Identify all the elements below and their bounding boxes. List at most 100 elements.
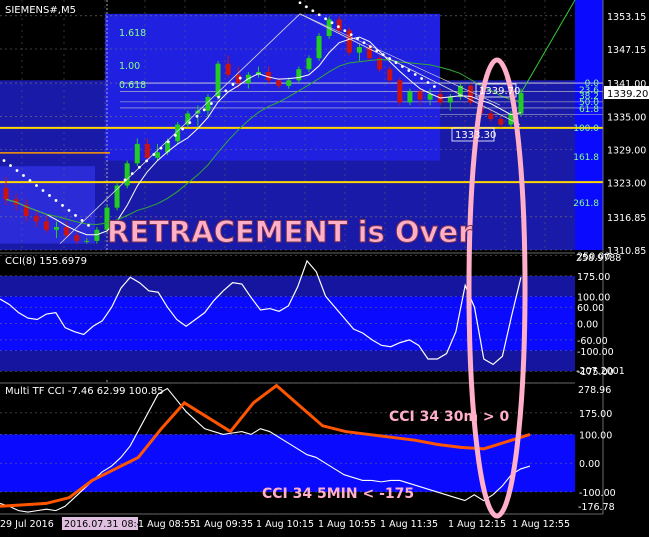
candle-body [154, 152, 160, 158]
time-axis-label: 1 Aug 08:55 [138, 519, 196, 530]
psar-dot [433, 85, 436, 88]
fibo-label-right: 161.8 [573, 153, 599, 163]
psar-dot [9, 164, 12, 167]
fibo-label-right: 61.8 [579, 105, 599, 115]
cci-axis-tick: 100.00 [577, 292, 610, 303]
psar-dot [123, 178, 127, 182]
psar-dot [238, 76, 242, 80]
cci-axis-tick: 60.00 [577, 303, 604, 314]
psar-dot [407, 69, 411, 72]
psar-dot [67, 209, 71, 212]
cci30-annotation: CCI 34 30m > 0 [389, 409, 510, 425]
psar-dot [210, 102, 213, 105]
cci-zone-lower [0, 350, 575, 372]
time-axis-label: 1 Aug 11:35 [380, 519, 438, 530]
price-zone-upper [105, 13, 440, 161]
candle-body [296, 69, 302, 81]
psar-dot [15, 169, 19, 172]
fibo-label-left: 0.618 [119, 80, 146, 91]
time-axis-label: 1 Aug 12:15 [448, 519, 506, 530]
psar-dot [61, 204, 64, 207]
mtf-axis-tick: 175.00 [579, 409, 612, 420]
psar-dot [80, 218, 84, 222]
psar-dot [202, 108, 206, 112]
candle-body [397, 80, 403, 103]
psar-dot [181, 127, 185, 131]
candle-body [336, 19, 342, 31]
psar-dot [349, 33, 353, 37]
time-axis-label: 1 Aug 10:15 [256, 519, 314, 530]
psar-dot [188, 121, 192, 125]
last-price-tag: 1339.20 [607, 89, 648, 100]
candle-body [488, 113, 494, 120]
psar-dot [217, 95, 221, 99]
price-axis-tick: 1353.15 [607, 12, 646, 23]
psar-dot [420, 77, 423, 80]
psar-dot [2, 159, 6, 162]
candle-body [53, 227, 59, 230]
cci-axis-top-label: 258.9788 [576, 253, 621, 264]
projection-line [520, 0, 576, 94]
mtf-axis-top-label: 278.96 [578, 385, 611, 396]
price-axis-tick: 1347.15 [607, 45, 646, 56]
candle-body [33, 215, 39, 222]
psar-dot [166, 140, 170, 144]
psar-dot [224, 89, 228, 93]
candle-body [306, 58, 312, 70]
psar-dot [54, 199, 58, 202]
mtf-axis-bottom-label: -176.78 [578, 502, 615, 513]
retracement-headline: RETRACEMENT is Over [107, 215, 473, 249]
chart-canvas[interactable]: 1.6181.000.618 0.023.638.250.061.8100.016… [0, 0, 649, 537]
psar-dot [401, 65, 404, 68]
psar-dot [74, 213, 77, 217]
psar-dot [41, 189, 45, 192]
time-axis-label: 29 Jul 2016 [0, 519, 54, 530]
fibo-label-right: 100.0 [573, 124, 599, 134]
psar-dot [87, 223, 90, 227]
symbol-label: SIEMENS#,M5 [5, 5, 76, 16]
psar-dot [362, 41, 366, 45]
cci-axis-tick: 175.00 [577, 272, 610, 283]
psar-dot [231, 83, 235, 86]
price-box-label-top: 1339.70 [479, 86, 520, 97]
candle-body [427, 94, 433, 100]
fibo-label-left: 1.00 [119, 61, 140, 72]
candle-body [64, 227, 70, 236]
cci5-annotation: CCI 34 5MIN < -175 [262, 486, 414, 502]
psar-dot [324, 17, 327, 21]
psar-dot [48, 194, 51, 197]
candle-body [407, 91, 413, 103]
psar-dot [375, 49, 379, 53]
mtf-axis-tick: 0.00 [579, 459, 600, 470]
price-axis-tick: 1316.85 [607, 213, 646, 224]
time-axis-label: 2016.07.31 08:40 [64, 519, 149, 530]
psar-dot [394, 61, 398, 64]
candle-body [144, 143, 150, 158]
psar-dot [159, 146, 163, 150]
cci-axis-tick: -60.00 [577, 336, 608, 347]
price-axis-tick: 1329.00 [607, 146, 646, 157]
psar-dot [298, 1, 302, 5]
psar-dot [343, 29, 347, 33]
psar-dot [388, 57, 391, 60]
psar-dot [22, 174, 25, 177]
candle-body [286, 80, 292, 86]
psar-dot [28, 179, 32, 182]
price-axis-tick: 1323.00 [607, 179, 646, 190]
fibo-label-left: 1.618 [119, 28, 146, 39]
psar-dot [138, 165, 141, 169]
candle-body [3, 188, 9, 200]
price-axis-tick: 1335.00 [607, 112, 646, 123]
candle-body [316, 35, 322, 59]
price-box-label-bottom: 1333.30 [455, 130, 496, 141]
psar-dot [356, 37, 359, 41]
psar-dot [152, 153, 156, 156]
mtf-axis-tick: 100.00 [579, 430, 612, 441]
psar-dot [426, 81, 430, 84]
psar-dot [130, 172, 134, 175]
candle-body [225, 63, 231, 75]
psar-dot [413, 73, 417, 76]
candle-body [94, 229, 100, 241]
candle-body [447, 96, 453, 103]
candle-body [417, 91, 423, 100]
